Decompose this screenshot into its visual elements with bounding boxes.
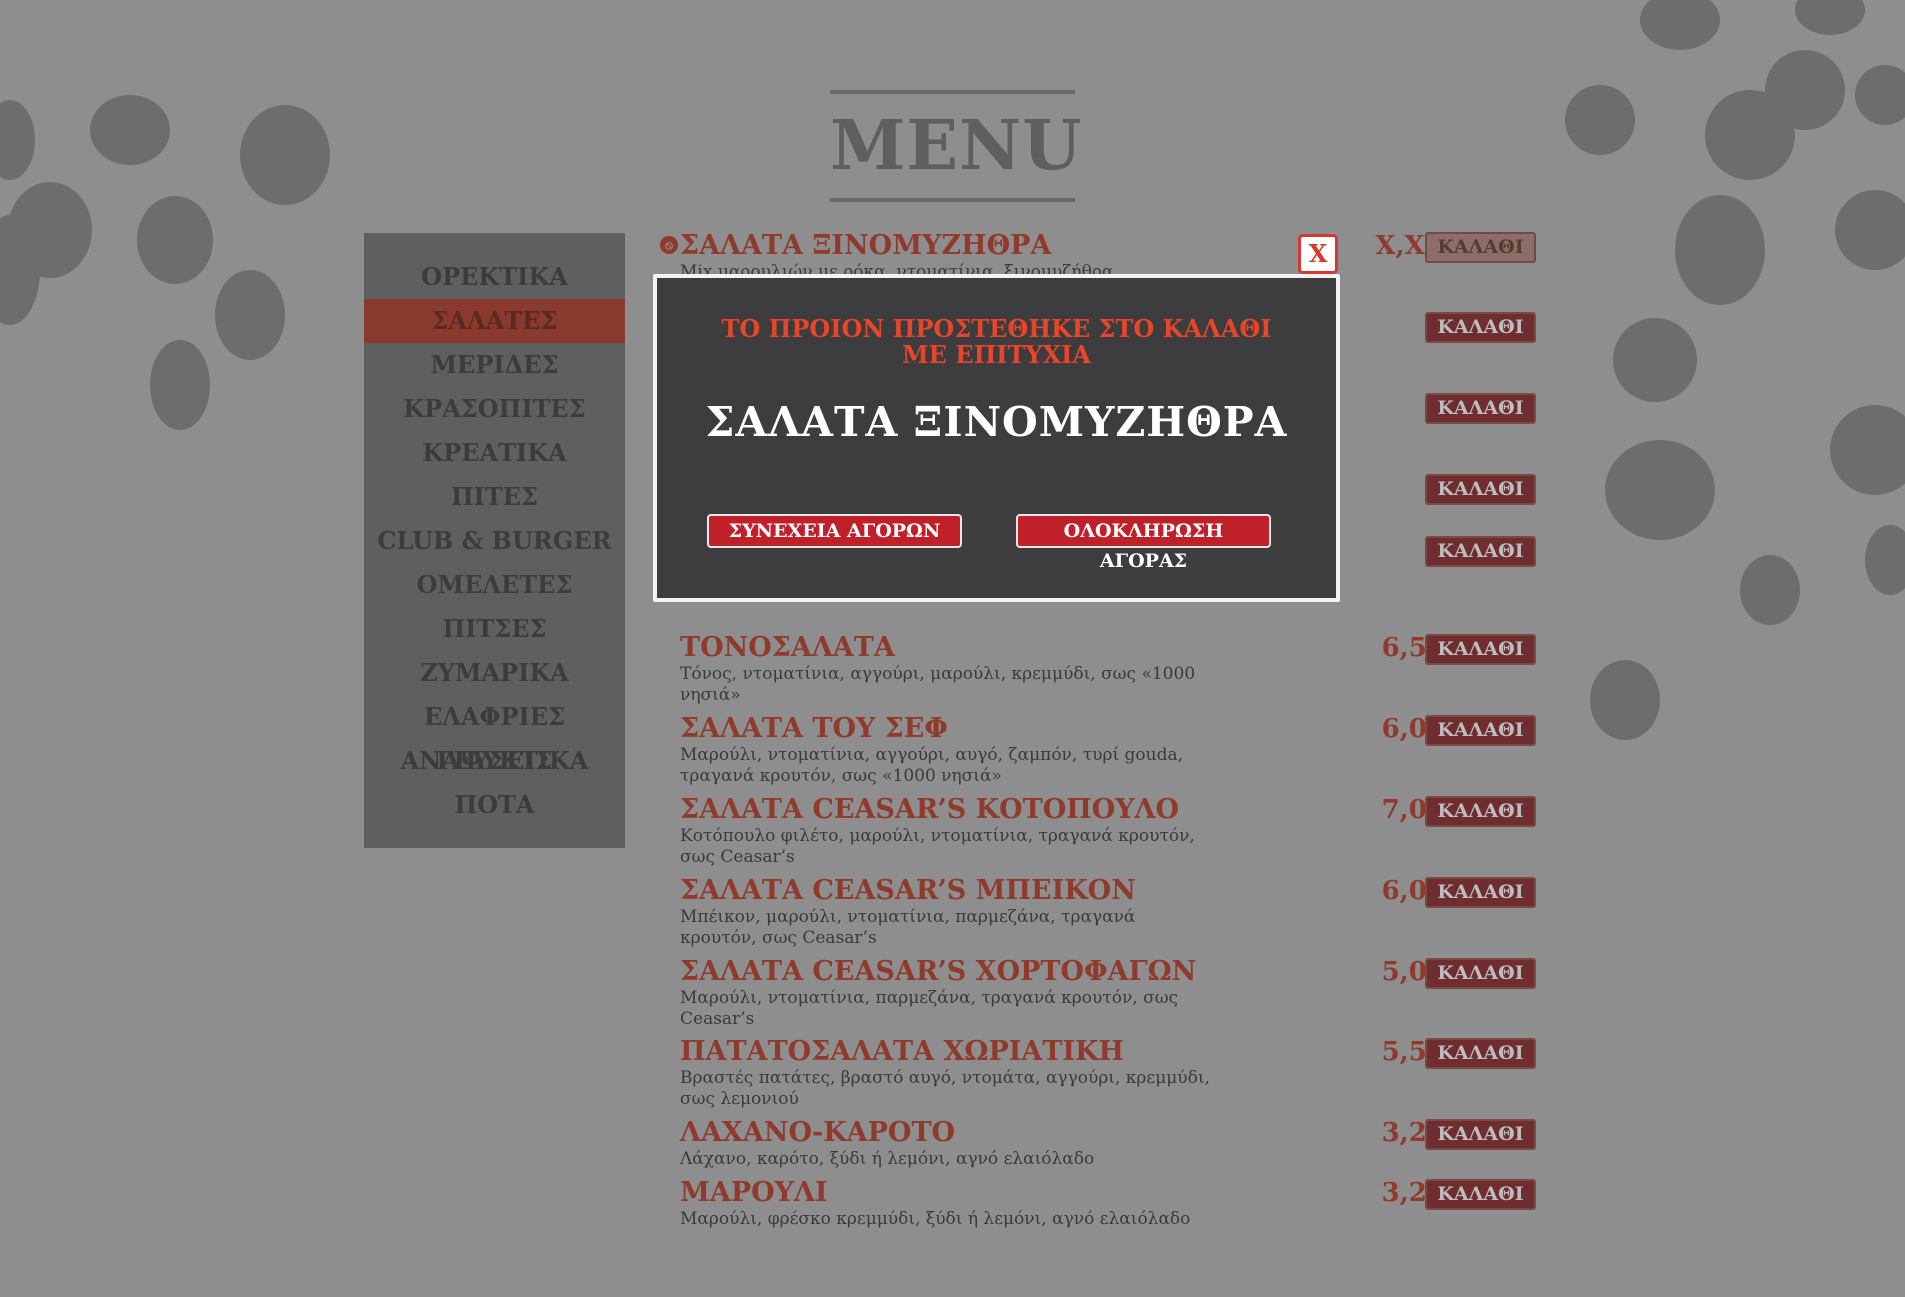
sidebar-item[interactable]: ΖΥΜΑΡΙΚΑ <box>364 651 625 695</box>
item-name: ΣΑΛΑΤΑ CEASAR’S ΧΟΡΤΟΦΑΓΩΝ <box>680 956 1197 987</box>
success-message-line2: ΜΕ ΕΠΙΤΥΧΙΑ <box>902 340 1091 369</box>
add-to-cart-button[interactable]: ΚΑΛΑΘΙ <box>1425 715 1536 746</box>
add-to-cart-button[interactable]: ΚΑΛΑΘΙ <box>1425 796 1536 827</box>
header-rule-top <box>830 90 1075 94</box>
sidebar-item[interactable]: ΚΡΕΑΤΙΚΑ <box>364 431 625 475</box>
sidebar-item[interactable]: ΑΝΑΨΥΚΤΙΚΑ <box>364 739 625 783</box>
item-name: ΤΟΝΟΣΑΛΑΤΑ <box>680 632 895 663</box>
add-to-cart-button[interactable]: ΚΑΛΑΘΙ <box>1425 474 1536 505</box>
sidebar-item[interactable]: ΣΑΛΑΤΕΣ <box>364 299 625 343</box>
sidebar-item[interactable]: ΟΡΕΚΤΙΚΑ <box>364 255 625 299</box>
add-to-cart-button[interactable]: ΚΑΛΑΘΙ <box>1425 1119 1536 1150</box>
success-message: ΤΟ ΠΡΟΙΟΝ ΠΡΟΣΤΕΘΗΚΕ ΣΤΟ ΚΑΛΑΘΙ ΜΕ ΕΠΙΤΥ… <box>657 316 1336 368</box>
add-to-cart-button[interactable]: ΚΑΛΑΘΙ <box>1425 232 1536 263</box>
item-description: Μπέικον, μαρούλι, ντοματίνια, παρμεζάνα,… <box>680 907 1136 948</box>
success-message-line1: ΤΟ ΠΡΟΙΟΝ ΠΡΟΣΤΕΘΗΚΕ ΣΤΟ ΚΑΛΑΘΙ <box>721 314 1272 343</box>
item-name: ΜΑΡΟΥΛΙ <box>680 1177 828 1208</box>
add-to-cart-button[interactable]: ΚΑΛΑΘΙ <box>1425 1179 1536 1210</box>
sidebar-item[interactable]: ΠΙΤΕΣ <box>364 475 625 519</box>
item-description: Κοτόπουλο φιλέτο, μαρούλι, ντοματίνια, τ… <box>680 826 1195 867</box>
sidebar-item[interactable]: CLUB & BURGER <box>364 519 625 563</box>
add-to-cart-button[interactable]: ΚΑΛΑΘΙ <box>1425 1038 1536 1069</box>
continue-shopping-button[interactable]: ΣΥΝΕΧΕΙΑ ΑΓΟΡΩΝ <box>707 514 962 548</box>
category-sidebar: ΟΡΕΚΤΙΚΑ ΣΑΛΑΤΕΣ ΜΕΡΙΔΕΣ ΚΡΑΣΟΠΙΤΕΣ ΚΡΕΑΤΙΚΑ… <box>364 233 625 848</box>
added-product-name: ΣΑΛΑΤΑ ΞΙΝΟΜΥΖΗΘΡΑ <box>705 398 1288 446</box>
item-name: ΣΑΛΑΤΑ ΞΙΝΟΜΥΖΗΘΡΑ <box>680 230 1052 261</box>
item-description: Μαρούλι, φρέσκο κρεμμύδι, ξύδι ή λεμόνι,… <box>680 1209 1191 1229</box>
item-name: ΣΑΛΑΤΑ CEASAR’S ΚΟΤΟΠΟΥΛΟ <box>680 794 1179 825</box>
sidebar-item[interactable]: ΕΛΑΦΡΙΕΣ ΓΕΥΣΕΙΣ <box>364 695 625 775</box>
page-title: MENU <box>830 106 1083 186</box>
item-description: Τόνος, ντοματίνια, αγγούρι, μαρούλι, κρε… <box>680 664 1196 705</box>
item-description: Μαρούλι, ντοματίνια, παρμεζάνα, τραγανά … <box>680 988 1179 1029</box>
sidebar-item[interactable]: ΚΡΑΣΟΠΙΤΕΣ <box>364 387 625 431</box>
header-rule-bottom <box>830 198 1075 202</box>
no-symbol-icon: ⦸ <box>660 236 678 254</box>
item-name: ΣΑΛΑΤΑ ΤΟΥ ΣΕΦ <box>680 713 948 744</box>
add-to-cart-button[interactable]: ΚΑΛΑΘΙ <box>1425 877 1536 908</box>
sidebar-item[interactable]: ΜΕΡΙΔΕΣ <box>364 343 625 387</box>
item-name: ΣΑΛΑΤΑ CEASAR’S ΜΠΕΙΚΟΝ <box>680 875 1136 906</box>
item-description: Βραστές πατάτες, βραστό αυγό, ντομάτα, α… <box>680 1068 1210 1109</box>
add-to-cart-button[interactable]: ΚΑΛΑΘΙ <box>1425 958 1536 989</box>
item-name: ΛΑΧΑΝΟ-ΚΑΡΟΤΟ <box>680 1117 956 1148</box>
sidebar-item[interactable]: ΟΜΕΛΕΤΕΣ <box>364 563 625 607</box>
complete-purchase-button[interactable]: ΟΛΟΚΛΗΡΩΣΗ ΑΓΟΡΑΣ <box>1016 514 1271 572</box>
sidebar-item[interactable]: ΠΟΤΑ <box>364 783 625 827</box>
item-description: Λάχανο, καρότο, ξύδι ή λεμόνι, αγνό ελαι… <box>680 1149 1095 1169</box>
add-to-cart-button[interactable]: ΚΑΛΑΘΙ <box>1425 393 1536 424</box>
added-to-cart-modal: ΤΟ ΠΡΟΙΟΝ ΠΡΟΣΤΕΘΗΚΕ ΣΤΟ ΚΑΛΑΘΙ ΜΕ ΕΠΙΤΥ… <box>653 274 1340 602</box>
menu-header: MENU <box>830 90 1083 202</box>
item-description: Μαρούλι, ντοματίνια, αγγούρι, αυγό, ζαμπ… <box>680 745 1183 786</box>
close-modal-button[interactable]: X <box>1298 234 1338 274</box>
item-name: ΠΑΤΑΤΟΣΑΛΑΤΑ ΧΩΡΙΑΤΙΚΗ <box>680 1036 1125 1067</box>
add-to-cart-button[interactable]: ΚΑΛΑΘΙ <box>1425 312 1536 343</box>
add-to-cart-button[interactable]: ΚΑΛΑΘΙ <box>1425 634 1536 665</box>
add-to-cart-button[interactable]: ΚΑΛΑΘΙ <box>1425 536 1536 567</box>
sidebar-item[interactable]: ΠΙΤΣΕΣ <box>364 607 625 651</box>
